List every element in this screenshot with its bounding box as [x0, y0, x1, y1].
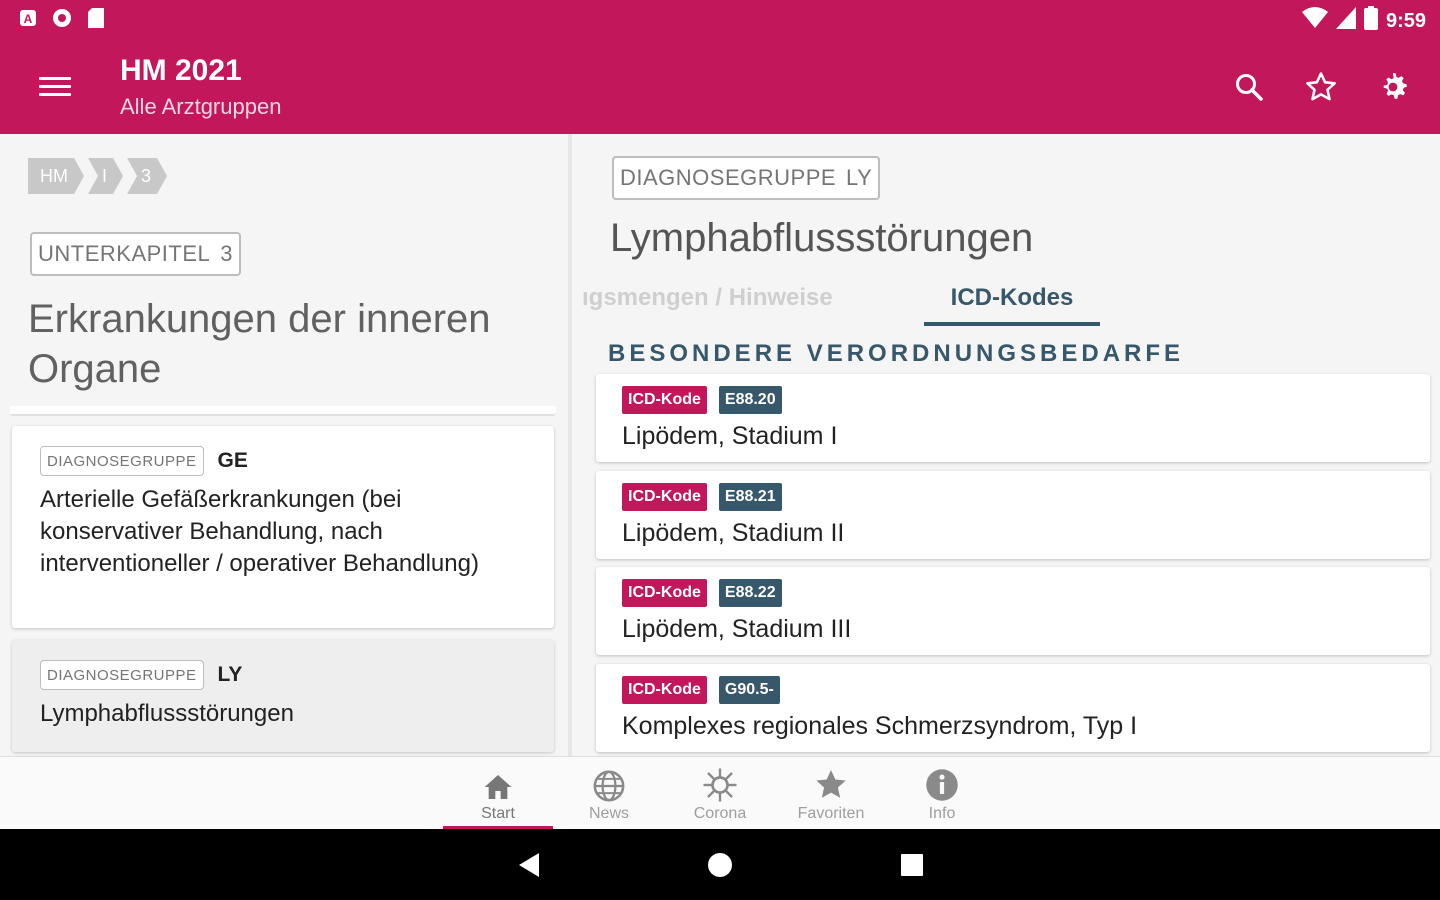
globe-icon [554, 757, 664, 803]
breadcrumb: HM I 3 [28, 158, 171, 194]
nav-info[interactable]: Info [887, 757, 997, 830]
section-heading: BESONDERE VERORDNUNGSBEDARFE [608, 340, 1185, 367]
list-item-selected[interactable]: DIAGNOSEGRUPPE LY Lymphabflussstörungen [12, 640, 554, 752]
diagnosegruppe-tag: DIAGNOSEGRUPPE LY [612, 156, 881, 200]
svg-text:A: A [24, 12, 33, 26]
icd-badge: ICD-Kode [622, 483, 707, 511]
list-item[interactable]: DIAGNOSEGRUPPE GE Arterielle Gefäßerkran… [12, 426, 554, 628]
tag-value: 3 [220, 241, 234, 266]
home-button-icon[interactable] [702, 847, 738, 883]
app-subtitle: Alle Arztgruppen [120, 94, 282, 119]
tag-label: DIAGNOSEGRUPPE [620, 165, 837, 190]
nav-label: Corona [693, 805, 747, 822]
breadcrumb-item[interactable]: I [88, 158, 123, 194]
icd-list-item[interactable]: ICD-Kode E88.22 Lipödem, Stadium III [596, 567, 1430, 655]
icd-list-item[interactable]: ICD-Kode E88.21 Lipödem, Stadium II [596, 471, 1430, 559]
icd-badge: ICD-Kode [622, 579, 707, 607]
virus-icon [665, 757, 775, 803]
tab-icd-kodes[interactable]: ICD-Kodes [924, 284, 1100, 326]
nav-label: Info [928, 805, 956, 822]
tag-label: UNTERKAPITEL [38, 241, 211, 266]
menu-icon[interactable] [30, 68, 80, 104]
star-icon [776, 757, 886, 803]
bottom-navigation: Start News Corona Favoriten Info [0, 756, 1440, 830]
nav-label: News [588, 805, 629, 822]
star-outline-icon[interactable] [1300, 66, 1342, 108]
diagnosegruppe-tag: DIAGNOSEGRUPPE [40, 446, 204, 476]
recents-icon[interactable] [894, 847, 930, 883]
breadcrumb-item[interactable]: HM [28, 158, 84, 194]
group-code: LY [217, 663, 243, 686]
icd-badge: ICD-Kode [622, 676, 707, 704]
icd-description: Lipödem, Stadium III [622, 615, 852, 643]
app-bar: HM 2021 Alle Arztgruppen [0, 38, 1440, 134]
left-panel: HM I 3 UNTERKAPITEL 3 Erkrankungen der i… [0, 134, 568, 756]
sd-card-icon [86, 8, 106, 28]
nav-favoriten[interactable]: Favoriten [776, 757, 886, 830]
unterkapitel-tag: UNTERKAPITEL 3 [30, 232, 242, 276]
page-title: Erkrankungen der inneren Organe [28, 297, 491, 391]
icd-list-item[interactable]: ICD-Kode G90.5- Komplexes regionales Sch… [596, 664, 1430, 752]
info-icon [887, 757, 997, 803]
group-name: Arterielle Gefäßerkrankungen (bei konser… [40, 486, 479, 577]
card-edge [10, 406, 556, 416]
notification-a-icon: A [18, 8, 38, 28]
icd-badge: ICD-Kode [622, 386, 707, 414]
code-badge: E88.22 [718, 579, 782, 607]
nav-start[interactable]: Start [443, 757, 553, 830]
clock: 9:59 [1385, 9, 1426, 32]
nav-news[interactable]: News [554, 757, 664, 830]
code-badge: E88.20 [718, 386, 782, 414]
notification-circle-icon [52, 8, 72, 28]
nav-label: Favoriten [797, 805, 865, 822]
tag-value: LY [846, 165, 873, 190]
code-badge: G90.5- [718, 676, 780, 704]
nav-label: Start [481, 805, 515, 822]
group-name: Lymphabflussstörungen [40, 700, 294, 727]
right-panel: DIAGNOSEGRUPPE LY Lymphabflussstörungen … [572, 134, 1440, 756]
nav-corona[interactable]: Corona [665, 757, 775, 830]
group-code: GE [217, 449, 248, 472]
detail-title: Lymphabflussstörungen [610, 216, 1034, 260]
tab-verordnungsmengen[interactable]: ıgsmengen / Hinweise [582, 284, 833, 312]
icd-list-item[interactable]: ICD-Kode E88.20 Lipödem, Stadium I [596, 374, 1430, 462]
wifi-icon [1301, 7, 1328, 35]
home-icon [443, 757, 553, 803]
app-title: HM 2021 [120, 54, 242, 87]
gear-icon[interactable] [1372, 66, 1414, 108]
back-icon[interactable] [512, 847, 548, 883]
system-navigation-bar [0, 829, 1440, 900]
battery-icon [1363, 6, 1378, 36]
signal-icon [1335, 7, 1356, 35]
breadcrumb-item[interactable]: 3 [127, 158, 167, 194]
search-icon[interactable] [1228, 66, 1270, 108]
diagnosegruppe-tag: DIAGNOSEGRUPPE [40, 660, 204, 690]
icd-description: Lipödem, Stadium I [622, 422, 838, 450]
status-bar: A 9:59 [0, 0, 1440, 38]
icd-description: Komplexes regionales Schmerzsyndrom, Typ… [622, 712, 1138, 740]
code-badge: E88.21 [718, 483, 782, 511]
icd-description: Lipödem, Stadium II [622, 519, 845, 547]
